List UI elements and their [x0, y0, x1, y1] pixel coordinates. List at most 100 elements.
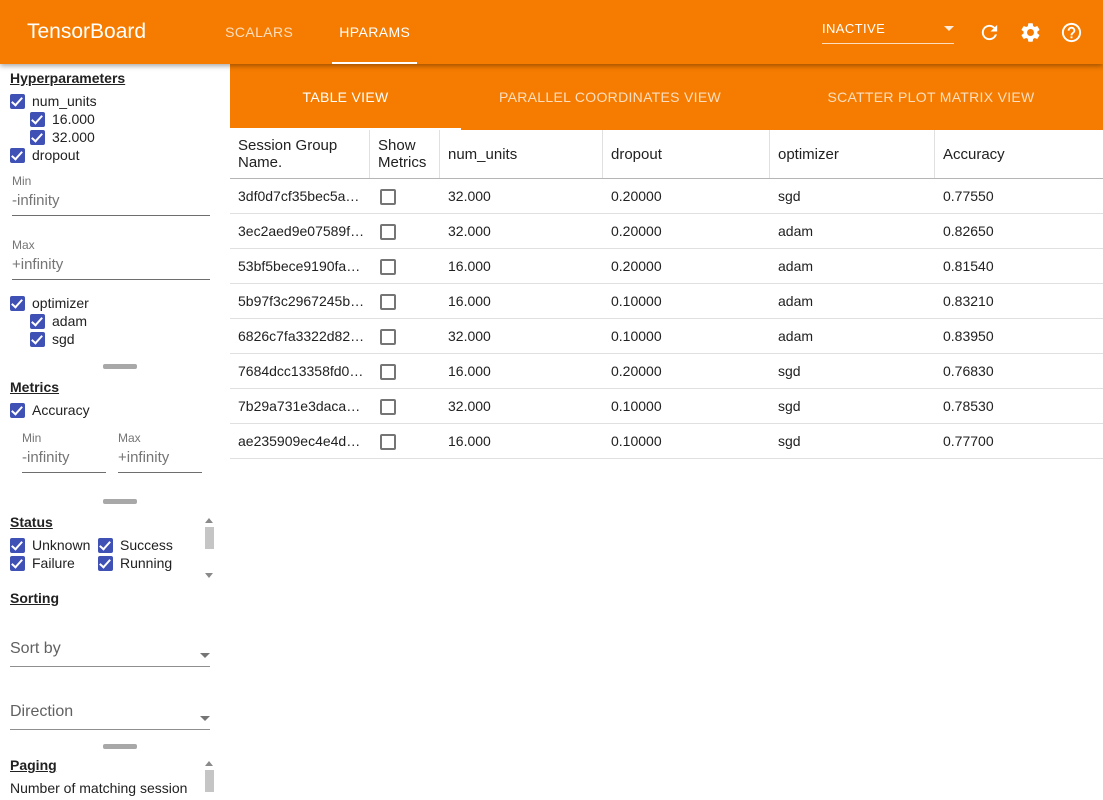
- optimizer-cell: adam: [770, 328, 935, 344]
- metric-row-accuracy[interactable]: Accuracy: [10, 401, 230, 419]
- show-metrics-cell: [370, 327, 440, 344]
- session-group-name-cell: 6826c7fa3322d82…: [230, 328, 370, 344]
- show-metrics-checkbox[interactable]: [380, 224, 396, 240]
- gear-icon[interactable]: [1018, 20, 1042, 44]
- scrollbar-thumb[interactable]: [205, 527, 214, 549]
- tab-parallel-coordinates-view[interactable]: PARALLEL COORDINATES VIEW: [461, 64, 759, 130]
- hparam-value-row-adam[interactable]: adam: [30, 312, 230, 330]
- accuracy-max-input[interactable]: [118, 447, 202, 473]
- optimizer-cell: sgd: [770, 188, 935, 204]
- show-metrics-checkbox[interactable]: [380, 434, 396, 450]
- col-show-metrics: Show Metrics: [370, 130, 440, 178]
- col-optimizer: optimizer: [770, 130, 935, 178]
- section-resize-handle[interactable]: [10, 499, 230, 504]
- status-row-failure[interactable]: Failure: [10, 554, 98, 572]
- num-units-cell: 16.000: [440, 363, 603, 379]
- dropout-checkbox[interactable]: [10, 148, 25, 163]
- adam-checkbox[interactable]: [30, 314, 45, 329]
- sorting-heading: Sorting: [10, 590, 230, 606]
- session-group-name-cell: 3ec2aed9e07589f…: [230, 223, 370, 239]
- session-group-name-cell: 7684dcc13358fd0…: [230, 363, 370, 379]
- running-checkbox[interactable]: [98, 556, 113, 571]
- dropout-min-input[interactable]: [12, 190, 210, 216]
- chevron-down-icon: [944, 26, 954, 31]
- hparam-row-dropout[interactable]: dropout: [10, 146, 230, 164]
- show-metrics-checkbox[interactable]: [380, 189, 396, 205]
- dropout-cell: 0.10000: [603, 433, 770, 449]
- tab-scalars[interactable]: SCALARS: [202, 0, 316, 64]
- adam-label: adam: [52, 313, 87, 329]
- top-tabs: SCALARS HPARAMS: [202, 0, 433, 64]
- num-units-cell: 32.000: [440, 398, 603, 414]
- hparam-value-row-16[interactable]: 16.000: [30, 110, 230, 128]
- show-metrics-checkbox[interactable]: [380, 294, 396, 310]
- section-resize-handle[interactable]: [10, 364, 230, 369]
- scroll-down-icon[interactable]: [205, 573, 213, 578]
- hparam-value-row-32[interactable]: 32.000: [30, 128, 230, 146]
- dropout-max-input[interactable]: [12, 254, 210, 280]
- hparam-value-row-sgd[interactable]: sgd: [30, 330, 230, 348]
- num-units-cell: 32.000: [440, 188, 603, 204]
- table-row: 7684dcc13358fd0…16.0000.20000sgd0.76830: [230, 354, 1103, 389]
- num-units-cell: 16.000: [440, 293, 603, 309]
- scroll-up-icon[interactable]: [205, 761, 213, 766]
- dropout-cell: 0.20000: [603, 188, 770, 204]
- scrollbar-thumb[interactable]: [205, 770, 214, 792]
- value-32-checkbox[interactable]: [30, 130, 45, 145]
- sort-by-select[interactable]: Sort by: [10, 640, 210, 667]
- dropout-min-label: Min: [12, 174, 210, 188]
- status-row-success[interactable]: Success: [98, 536, 198, 554]
- running-label: Running: [120, 555, 172, 571]
- help-icon[interactable]: [1059, 20, 1083, 44]
- optimizer-cell: adam: [770, 223, 935, 239]
- show-metrics-checkbox[interactable]: [380, 399, 396, 415]
- optimizer-cell: sgd: [770, 433, 935, 449]
- dropout-cell: 0.20000: [603, 223, 770, 239]
- show-metrics-cell: [370, 257, 440, 274]
- status-row-unknown[interactable]: Unknown: [10, 536, 98, 554]
- section-resize-handle[interactable]: [10, 744, 230, 749]
- unknown-checkbox[interactable]: [10, 538, 25, 553]
- session-group-name-cell: 53bf5bece9190fa…: [230, 258, 370, 274]
- status-scrollbar[interactable]: [204, 518, 214, 578]
- col-dropout: dropout: [603, 130, 770, 178]
- accuracy-checkbox[interactable]: [10, 403, 25, 418]
- accuracy-minmax: Min Max: [22, 431, 230, 473]
- failure-label: Failure: [32, 555, 75, 571]
- direction-select[interactable]: Direction: [10, 703, 210, 730]
- sgd-checkbox[interactable]: [30, 332, 45, 347]
- value-16-checkbox[interactable]: [30, 112, 45, 127]
- hparam-row-optimizer[interactable]: optimizer: [10, 294, 230, 312]
- optimizer-checkbox[interactable]: [10, 296, 25, 311]
- failure-checkbox[interactable]: [10, 556, 25, 571]
- show-metrics-checkbox[interactable]: [380, 364, 396, 380]
- table-row: 53bf5bece9190fa…16.0000.20000adam0.81540: [230, 249, 1103, 284]
- show-metrics-cell: [370, 292, 440, 309]
- reload-status-select[interactable]: INACTIVE: [822, 21, 954, 44]
- session-group-name-cell: ae235909ec4e4d…: [230, 433, 370, 449]
- paging-scrollbar[interactable]: [204, 761, 214, 800]
- show-metrics-checkbox[interactable]: [380, 259, 396, 275]
- tab-table-view[interactable]: TABLE VIEW: [230, 64, 461, 130]
- refresh-icon[interactable]: [977, 20, 1001, 44]
- accuracy-min-input[interactable]: [22, 447, 106, 473]
- table-body: 3df0d7cf35bec5a…32.0000.20000sgd0.775503…: [230, 179, 1103, 459]
- hparam-row-num-units[interactable]: num_units: [10, 92, 230, 110]
- success-checkbox[interactable]: [98, 538, 113, 553]
- num-units-cell: 32.000: [440, 223, 603, 239]
- session-group-table: Session Group Name. Show Metrics num_uni…: [230, 130, 1103, 800]
- num-units-checkbox[interactable]: [10, 94, 25, 109]
- status-section: Status Unknown Success Failure Running: [10, 514, 230, 572]
- col-accuracy: Accuracy: [935, 130, 1103, 178]
- paging-heading: Paging: [10, 757, 230, 773]
- tab-scatter-plot-matrix-view[interactable]: SCATTER PLOT MATRIX VIEW: [759, 64, 1103, 130]
- optimizer-cell: sgd: [770, 398, 935, 414]
- scroll-up-icon[interactable]: [205, 518, 213, 523]
- status-row-running[interactable]: Running: [98, 554, 198, 572]
- tab-hparams[interactable]: HPARAMS: [316, 0, 433, 64]
- table-row: 5b97f3c2967245b…16.0000.10000adam0.83210: [230, 284, 1103, 319]
- success-label: Success: [120, 537, 173, 553]
- show-metrics-checkbox[interactable]: [380, 329, 396, 345]
- grip-icon: [103, 744, 137, 749]
- optimizer-cell: adam: [770, 258, 935, 274]
